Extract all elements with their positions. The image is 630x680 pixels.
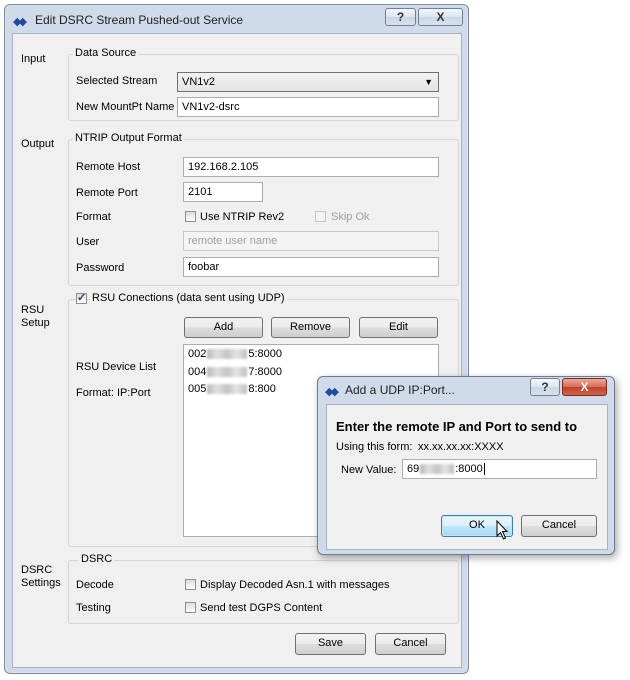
rsu-section-label-line2: Setup xyxy=(21,317,50,329)
dialog-client-area: Enter the remote IP and Port to send to … xyxy=(326,404,608,550)
testing-label: Testing xyxy=(76,602,111,614)
skip-ok-label: Skip Ok xyxy=(331,211,370,223)
rsu-device-list-label: RSU Device List xyxy=(76,361,157,373)
format-label: Format xyxy=(76,211,111,223)
dialog-heading: Enter the remote IP and Port to send to xyxy=(336,419,578,434)
skip-ok-checkbox[interactable] xyxy=(315,211,326,222)
cancel-button[interactable]: Cancel xyxy=(375,633,446,655)
mouse-cursor-icon xyxy=(496,520,509,540)
dialog-close-button[interactable]: X xyxy=(562,378,607,396)
use-ntrip-rev2-checkbox[interactable] xyxy=(185,211,196,222)
save-button[interactable]: Save xyxy=(295,633,366,655)
rsu-section-label-line1: RSU xyxy=(21,304,45,316)
data-source-title: Data Source xyxy=(73,47,139,59)
list-item[interactable]: 002 5:8000 xyxy=(188,348,282,360)
send-test-dgps-checkbox[interactable] xyxy=(185,602,196,613)
text-cursor xyxy=(483,463,485,475)
redacted-text xyxy=(207,349,248,360)
decode-label: Decode xyxy=(76,579,114,591)
redacted-text xyxy=(420,464,455,475)
remove-rsu-button[interactable]: Remove xyxy=(271,317,350,338)
rsu-connections-label: RSU Conections (data sent using UDP) xyxy=(90,292,287,304)
dsrc-section-label-line2: Settings xyxy=(21,577,61,589)
list-item[interactable]: 004 7:8000 xyxy=(188,366,282,378)
add-rsu-button[interactable]: Add xyxy=(184,317,263,338)
user-input[interactable]: remote user name xyxy=(183,231,439,251)
password-label: Password xyxy=(76,262,125,274)
user-label: User xyxy=(76,236,100,248)
chevron-down-icon: ▼ xyxy=(424,77,433,87)
edit-rsu-button[interactable]: Edit xyxy=(359,317,438,338)
main-client-area: Input Data Source Selected Stream VN1v2 … xyxy=(12,33,462,668)
new-mountpt-label: New MountPt Name xyxy=(76,101,175,113)
new-value-label: New Value: xyxy=(341,464,397,476)
dialog-title: Add a UDP IP:Port... xyxy=(345,383,455,397)
send-test-dgps-label: Send test DGPS Content xyxy=(200,602,323,614)
remote-host-input[interactable]: 192.168.2.105 xyxy=(183,157,439,177)
form-value: xx.xx.xx.xx:XXXX xyxy=(418,441,504,453)
new-value-input[interactable]: 69:8000 xyxy=(402,459,597,479)
redacted-text xyxy=(207,367,248,378)
add-udp-dialog: ◆◆ Add a UDP IP:Port... ? X Enter the re… xyxy=(317,376,615,555)
dsrc-group-title: DSRC xyxy=(79,553,115,565)
new-mountpt-input[interactable]: VN1v2-dsrc xyxy=(177,97,439,117)
close-button[interactable]: X xyxy=(418,8,463,26)
password-input[interactable]: foobar xyxy=(183,257,439,277)
selected-stream-label: Selected Stream xyxy=(76,75,158,87)
selected-stream-dropdown[interactable]: VN1v2 ▼ xyxy=(177,72,439,92)
remote-port-label: Remote Port xyxy=(76,187,138,199)
dsrc-group xyxy=(68,560,459,624)
input-section-label: Input xyxy=(21,53,46,65)
rsu-format-label: Format: IP:Port xyxy=(76,387,151,399)
app-logo-icon: ◆◆ xyxy=(13,16,27,28)
display-decoded-checkbox[interactable] xyxy=(185,579,196,590)
dialog-cancel-button[interactable]: Cancel xyxy=(521,515,597,537)
ntrip-output-title: NTRIP Output Format xyxy=(73,132,184,144)
dsrc-section-label-line1: DSRC xyxy=(21,564,53,576)
display-decoded-label: Display Decoded Asn.1 with messages xyxy=(200,579,390,591)
dialog-logo-icon: ◆◆ xyxy=(325,386,339,398)
rsu-connections-checkbox[interactable] xyxy=(76,291,87,304)
output-section-label: Output xyxy=(21,138,55,150)
remote-port-input[interactable]: 2101 xyxy=(183,182,263,202)
window-title: Edit DSRC Stream Pushed-out Service xyxy=(35,13,244,27)
dialog-help-button[interactable]: ? xyxy=(530,378,560,396)
list-item[interactable]: 005 8:800 xyxy=(188,383,276,395)
form-label: Using this form: xyxy=(336,441,413,453)
remote-host-label: Remote Host xyxy=(76,161,141,173)
use-ntrip-rev2-label: Use NTRIP Rev2 xyxy=(200,211,285,223)
redacted-text xyxy=(207,384,248,395)
help-button[interactable]: ? xyxy=(385,8,416,26)
selected-stream-value: VN1v2 xyxy=(182,76,216,88)
